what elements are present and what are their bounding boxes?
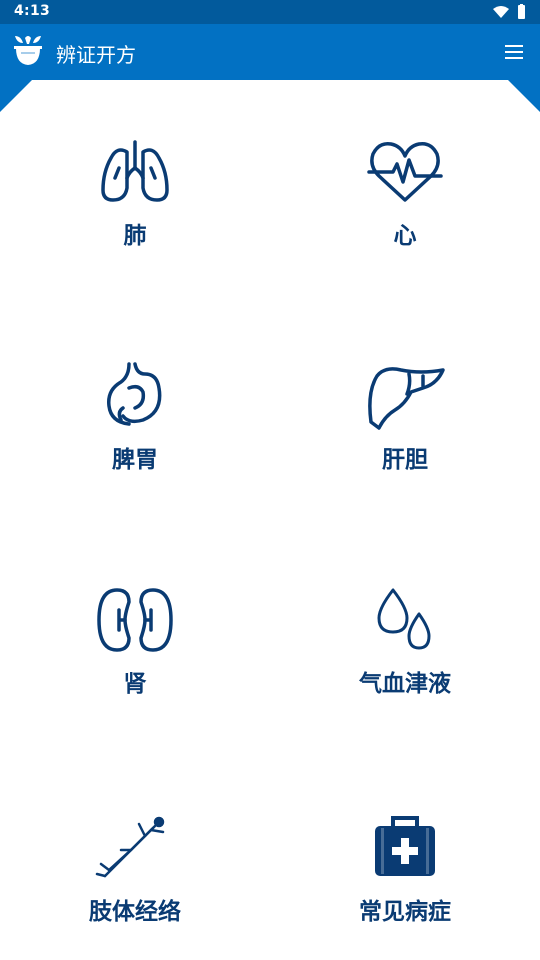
body-figure-icon (95, 816, 165, 878)
category-tile-limbs-meridians[interactable]: 肢体经络 (0, 784, 270, 960)
category-tile-liver-gallbladder[interactable]: 肝胆 (270, 336, 540, 560)
heart-pulse-icon (367, 141, 443, 202)
category-label: 肢体经络 (89, 899, 181, 925)
liver-icon (368, 367, 445, 430)
category-tile-lungs[interactable]: 肺 (0, 112, 270, 336)
droplets-icon (377, 588, 431, 650)
category-label: 常见病症 (359, 899, 451, 925)
wifi-icon (493, 6, 509, 18)
status-bar: 4:13 (0, 0, 540, 24)
category-label: 肾 (123, 671, 147, 697)
app-bar-corner-right (508, 80, 540, 112)
medical-kit-icon (375, 816, 435, 876)
category-label: 肝胆 (382, 447, 428, 473)
stomach-icon (107, 362, 162, 426)
category-label: 肺 (123, 223, 147, 249)
category-tile-kidney[interactable]: 肾 (0, 560, 270, 784)
app-bar: 辨证开方 (0, 24, 540, 80)
app-bar-corner-left (0, 80, 32, 112)
category-label: 脾胃 (112, 447, 158, 473)
category-grid: 肺 心 脾胃 肝胆 肾 气血津液 肢体经络 常见病症 (0, 112, 540, 960)
category-tile-qi-blood-fluids[interactable]: 气血津液 (270, 560, 540, 784)
herb-mortar-logo-icon (14, 36, 42, 65)
lungs-icon (101, 140, 169, 202)
category-label: 心 (393, 223, 417, 249)
category-tile-spleen-stomach[interactable]: 脾胃 (0, 336, 270, 560)
category-label: 气血津液 (359, 671, 451, 697)
battery-icon (518, 4, 525, 19)
status-icons (492, 4, 526, 20)
hamburger-menu-icon[interactable] (502, 40, 526, 64)
category-tile-heart[interactable]: 心 (270, 112, 540, 336)
kidneys-icon (97, 588, 173, 652)
status-time: 4:13 (14, 3, 51, 19)
app-title: 辨证开方 (56, 43, 136, 67)
category-tile-common-diseases[interactable]: 常见病症 (270, 784, 540, 960)
